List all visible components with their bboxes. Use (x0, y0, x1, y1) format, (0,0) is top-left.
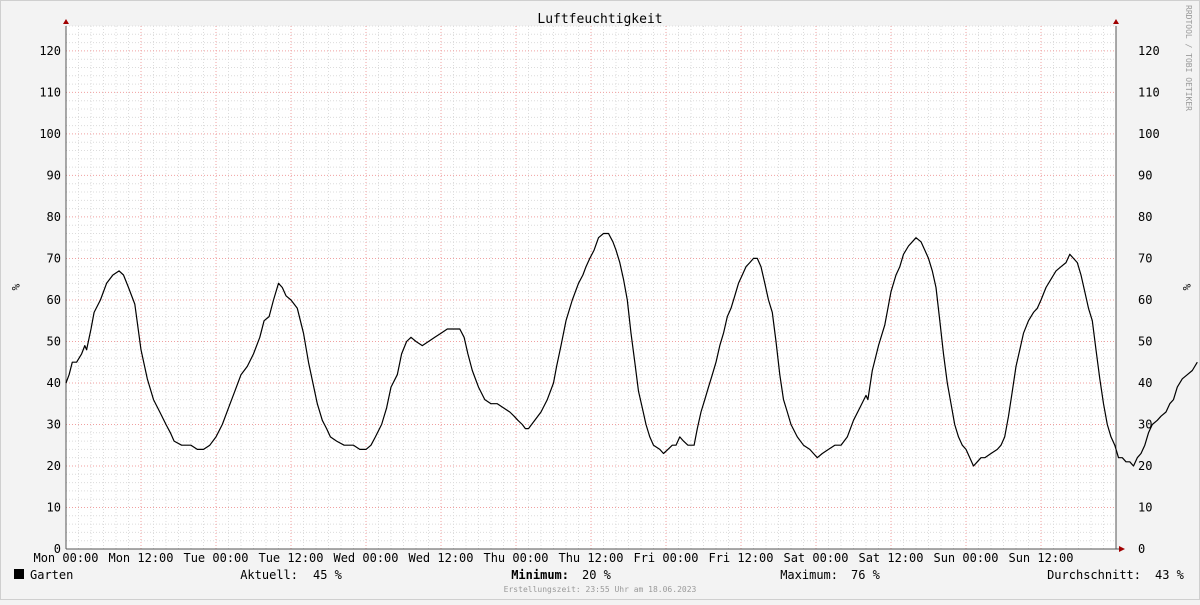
humidity-chart: 0 0 10 10 20 20 30 30 40 40 50 50 60 60 70 70 80 80 90 90 10… (0, 0, 1200, 600)
y-tick-label-left: 80 (47, 210, 61, 224)
x-tick-label: Sun 12:00 (1008, 551, 1073, 565)
x-tick-label: Tue 12:00 (258, 551, 323, 565)
legend-swatch (14, 569, 24, 579)
aktuell-value: 45 % (313, 568, 343, 582)
y-axis-label-right: % (1180, 284, 1193, 291)
durchschnitt-label: Durchschnitt: (1047, 568, 1141, 582)
y-tick-label-left: 100 (39, 127, 61, 141)
legend-series-name: Garten (30, 568, 73, 582)
minimum-value: 20 % (582, 568, 612, 582)
y-tick-label-left: 60 (47, 293, 61, 307)
chart-canvas: 0 010 1020 2030 3040 4050 5060 6070 7080 8090 9010… (0, 0, 1200, 600)
maximum-value: 76 % (851, 568, 881, 582)
y-tick-label-right: 10 (1138, 500, 1152, 514)
x-tick-label: Mon 00:00 (33, 551, 98, 565)
y-tick-label-right: 0 (1138, 542, 1145, 556)
x-tick-label: Wed 12:00 (408, 551, 473, 565)
y-tick-label-right: 90 (1138, 168, 1152, 182)
y-tick-label-left: 110 (39, 85, 61, 99)
y-tick-label-left: 70 (47, 251, 61, 265)
y-tick-label-right: 120 (1138, 44, 1160, 58)
x-tick-label: Fri 00:00 (633, 551, 698, 565)
x-tick-label: Wed 00:00 (333, 551, 398, 565)
y-tick-label-right: 60 (1138, 293, 1152, 307)
y-tick-label-right: 110 (1138, 85, 1160, 99)
y-tick-label-left: 40 (47, 376, 61, 390)
y-tick-label-left: 90 (47, 168, 61, 182)
y-tick-label-left: 20 (47, 459, 61, 473)
y-tick-label-right: 40 (1138, 376, 1152, 390)
aktuell-label: Aktuell: (240, 568, 298, 582)
y-tick-label-right: 100 (1138, 127, 1160, 141)
minimum-label: Minimum: (511, 568, 569, 582)
x-tick-label: Fri 12:00 (708, 551, 773, 565)
y-tick-label-right: 80 (1138, 210, 1152, 224)
y-axis-label-left: % (9, 284, 22, 291)
x-tick-label: Sat 12:00 (858, 551, 923, 565)
y-tick-label-right: 70 (1138, 251, 1152, 265)
x-tick-label: Tue 00:00 (183, 551, 248, 565)
y-tick-label-right: 50 (1138, 334, 1152, 348)
y-tick-label-left: 120 (39, 44, 61, 58)
creation-timestamp: Erstellungszeit: 23:55 Uhr am 18.06.2023 (504, 585, 697, 594)
rrdtool-watermark: RRDTOOL / TOBI OETIKER (1184, 5, 1193, 111)
x-tick-label: Sun 00:00 (933, 551, 998, 565)
x-tick-label: Thu 00:00 (483, 551, 548, 565)
x-tick-label: Thu 12:00 (558, 551, 623, 565)
y-tick-label-left: 50 (47, 334, 61, 348)
x-tick-label: Sat 00:00 (783, 551, 848, 565)
maximum-label: Maximum: (780, 568, 838, 582)
x-tick-label: Mon 12:00 (108, 551, 173, 565)
y-tick-label-right: 20 (1138, 459, 1152, 473)
durchschnitt-value: 43 % (1155, 568, 1185, 582)
y-tick-label-left: 10 (47, 500, 61, 514)
y-tick-label-left: 30 (47, 417, 61, 431)
chart-title: Luftfeuchtigkeit (537, 12, 662, 27)
